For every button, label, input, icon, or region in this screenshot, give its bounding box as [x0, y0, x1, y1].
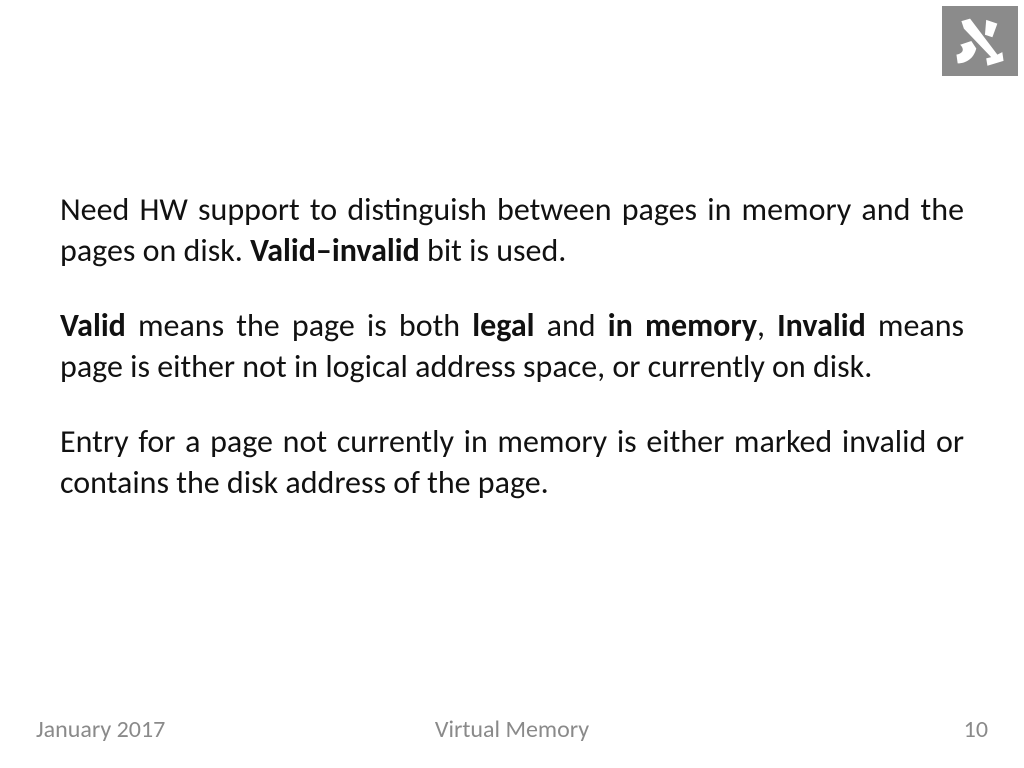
footer-date: January 2017: [36, 715, 165, 744]
bold-text: legal: [472, 306, 534, 345]
footer-page-number: 10: [964, 715, 988, 744]
bold-text: in memory: [608, 306, 757, 345]
text: bit is used.: [420, 231, 567, 270]
text: and: [535, 306, 608, 345]
paragraph-1: Need HW support to distinguish between p…: [60, 190, 964, 272]
paragraph-3: Entry for a page not currently in memory…: [60, 422, 964, 504]
bold-text: Valid–invalid: [250, 231, 420, 270]
bold-text: Invalid: [777, 306, 866, 345]
slide: Need HW support to distinguish between p…: [0, 0, 1024, 768]
aleph-icon: [949, 10, 1011, 72]
text: ,: [757, 306, 777, 345]
slide-footer: January 2017 Virtual Memory 10: [36, 715, 988, 744]
slide-body: Need HW support to distinguish between p…: [60, 190, 964, 538]
paragraph-2: Valid means the page is both legal and i…: [60, 306, 964, 388]
footer-title: Virtual Memory: [36, 715, 988, 744]
bold-text: Valid: [60, 306, 126, 345]
text: means the page is both: [126, 306, 472, 345]
aleph-logo: [942, 6, 1018, 76]
